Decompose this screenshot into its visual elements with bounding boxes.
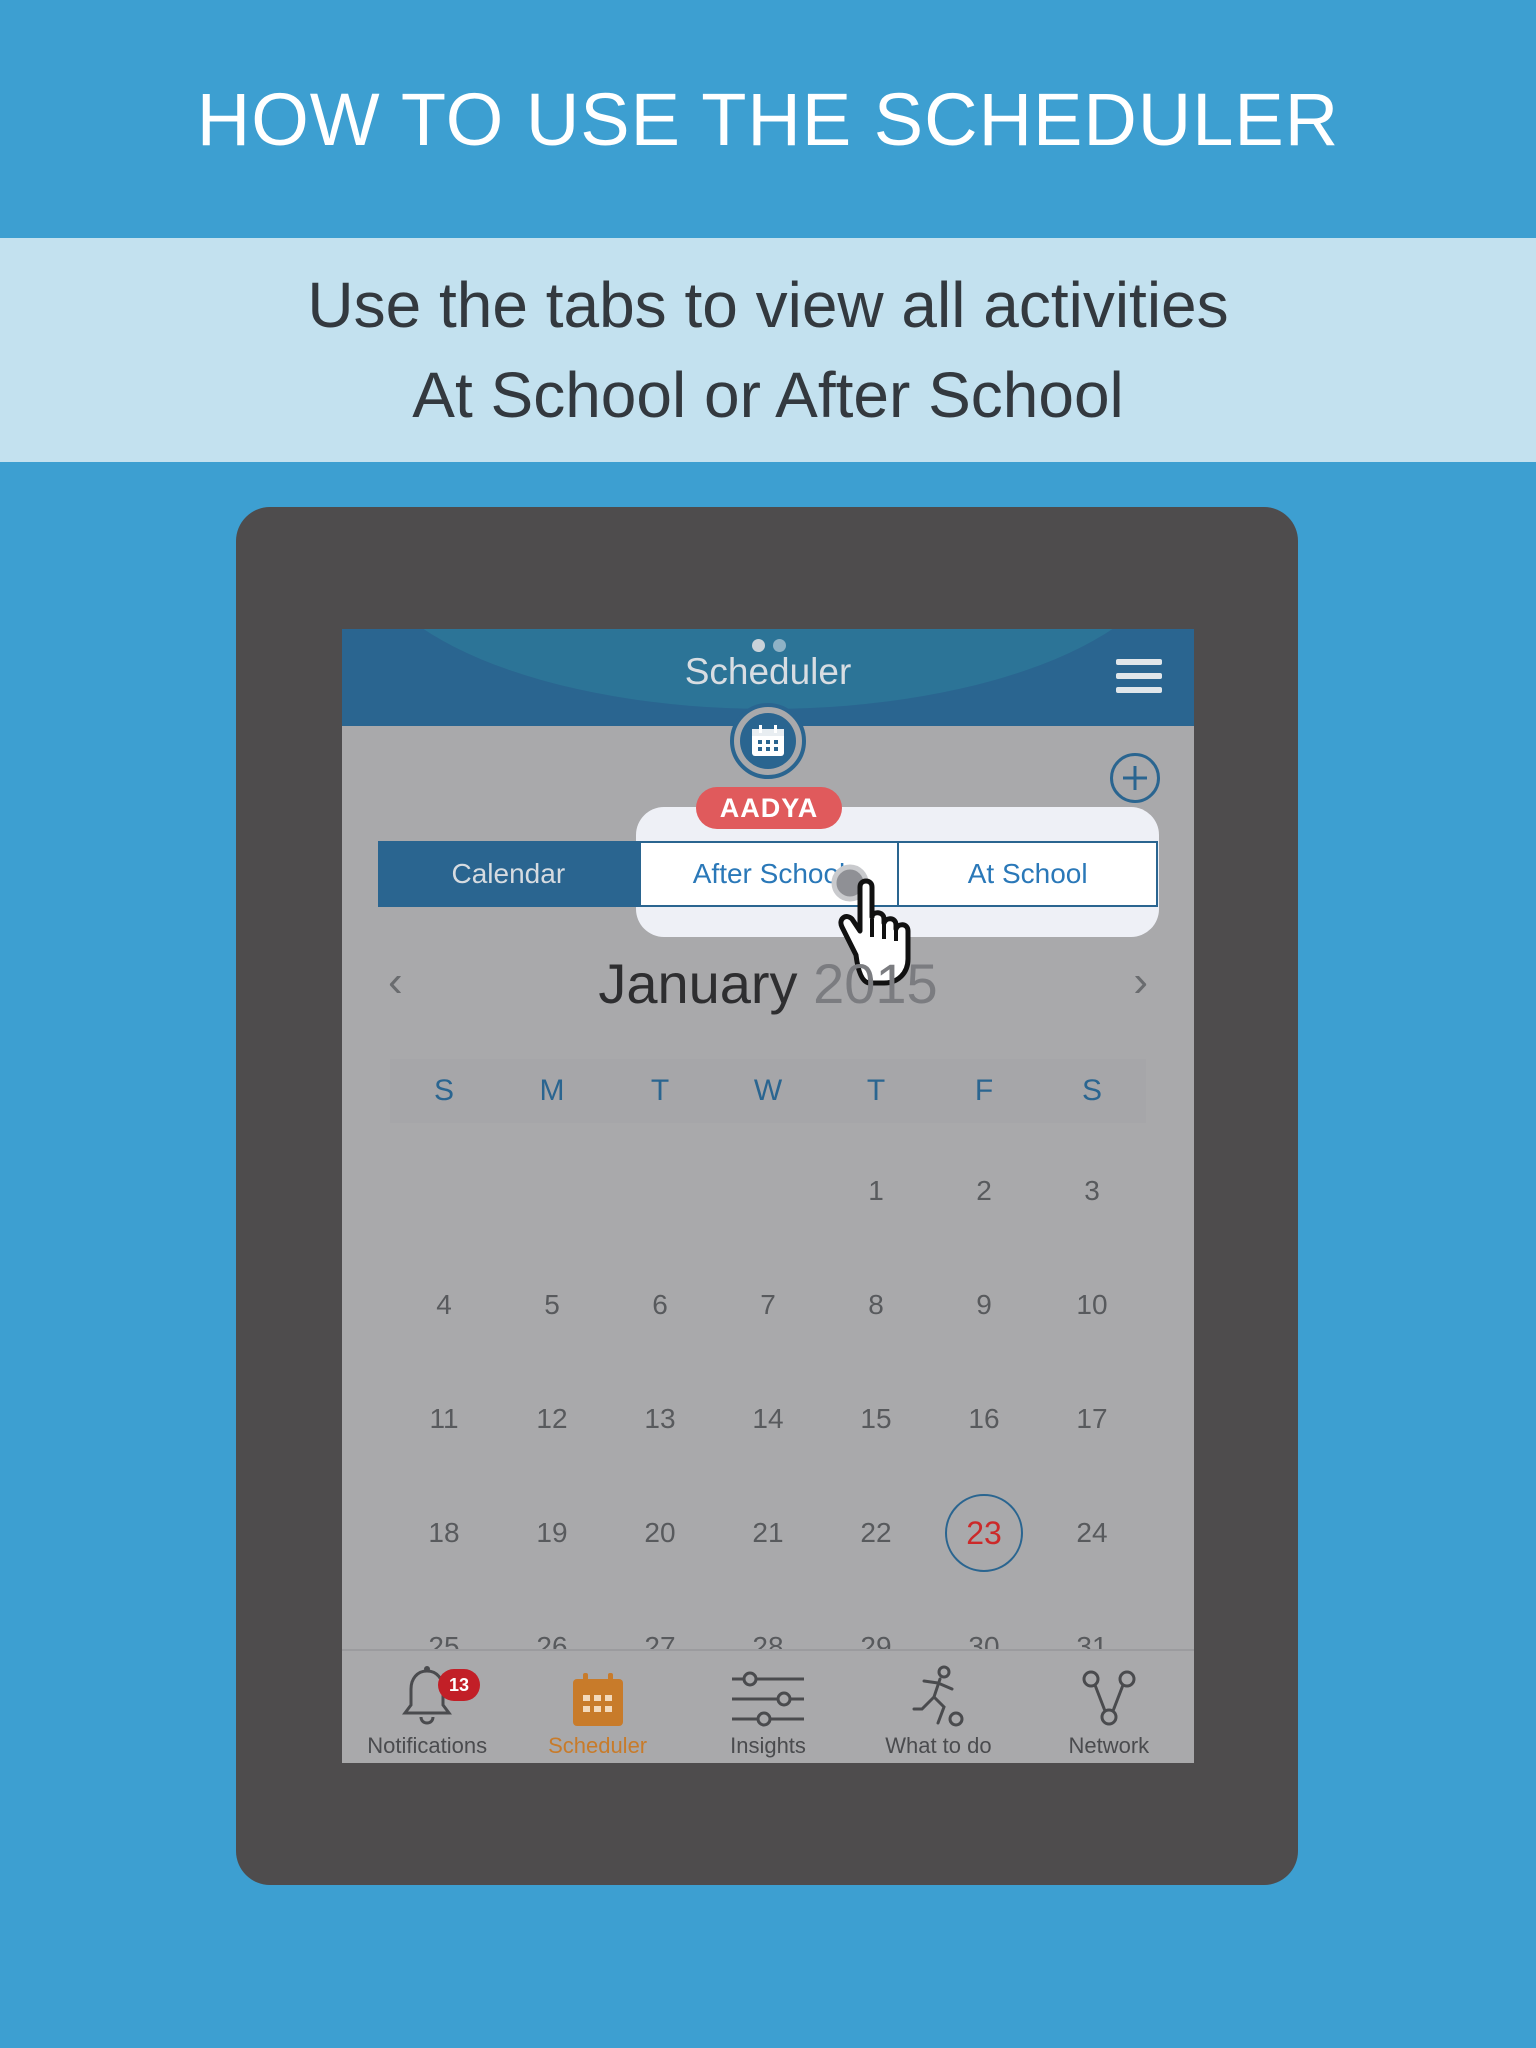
app-screen: Scheduler AADYA Calendar After School At… — [342, 629, 1194, 1763]
calendar-day[interactable]: 4 — [390, 1248, 498, 1362]
calendar-day[interactable]: 3 — [1038, 1134, 1146, 1248]
calendar-day[interactable]: 6 — [606, 1248, 714, 1362]
nav-insights[interactable]: Insights — [683, 1651, 853, 1763]
sliders-icon — [732, 1671, 805, 1727]
weekday-label: S — [1081, 1074, 1102, 1107]
weekday-label: F — [974, 1074, 994, 1107]
nav-label: Insights — [730, 1733, 806, 1758]
hamburger-menu-icon[interactable] — [1116, 659, 1162, 693]
calendar-day[interactable]: 21 — [714, 1476, 822, 1590]
calendar-day[interactable]: 8 — [822, 1248, 930, 1362]
calendar-day[interactable]: 2 — [930, 1134, 1038, 1248]
weekday-header: S M T W T F S — [390, 1059, 1146, 1123]
calendar-day[interactable]: 12 — [498, 1362, 606, 1476]
calendar-day[interactable]: 11 — [390, 1362, 498, 1476]
app-title: Scheduler — [684, 651, 852, 692]
scheduler-badge — [730, 703, 806, 779]
instruction-line-2: At School or After School — [412, 359, 1124, 431]
calendar-day-empty — [498, 1134, 606, 1248]
calendar-day[interactable]: 20 — [606, 1476, 714, 1590]
year: 2015 — [813, 952, 938, 1015]
headline: HOW TO USE THE SCHEDULER — [196, 77, 1340, 161]
calendar-day[interactable]: 22 — [822, 1476, 930, 1590]
tab-at-school[interactable]: At School — [898, 841, 1159, 907]
view-tabs: Calendar After School At School — [378, 841, 1159, 907]
day-number: 23 — [945, 1494, 1023, 1572]
weekday-label: M — [539, 1074, 565, 1107]
weekday-label: W — [753, 1074, 783, 1107]
soccer-player-icon — [912, 1665, 964, 1727]
next-month-button[interactable]: › — [1133, 957, 1148, 1007]
instruction-banner: Use the tabs to view all activities At S… — [0, 238, 1536, 462]
calendar-day[interactable]: 7 — [714, 1248, 822, 1362]
calendar-day[interactable]: 16 — [930, 1362, 1038, 1476]
weekday-label: T — [650, 1074, 670, 1107]
month-navigation: ‹ January 2015 › — [342, 947, 1194, 1027]
notification-count-badge: 13 — [438, 1669, 480, 1701]
month-name: January — [598, 952, 798, 1015]
instruction-line-1: Use the tabs to view all activities — [307, 269, 1229, 341]
nav-what-to-do[interactable]: What to do — [853, 1651, 1023, 1763]
nav-scheduler[interactable]: Scheduler — [512, 1651, 682, 1763]
calendar-day-empty — [714, 1134, 822, 1248]
weekday-label: S — [433, 1074, 454, 1107]
calendar-day[interactable]: 24 — [1038, 1476, 1146, 1590]
calendar-grid: 1 2 3 4 5 6 7 8 9 10 11 12 13 14 15 16 17 18 19 20 21 22 23 24 2… — [390, 1134, 1146, 1704]
child-name-tag[interactable]: AADYA — [696, 787, 842, 829]
calendar-day-empty — [390, 1134, 498, 1248]
tablet-frame: Scheduler AADYA Calendar After School At… — [236, 507, 1298, 1885]
nav-network[interactable]: Network — [1024, 1651, 1194, 1763]
calendar-day[interactable]: 18 — [390, 1476, 498, 1590]
calendar-day[interactable]: 10 — [1038, 1248, 1146, 1362]
calendar-day[interactable]: 9 — [930, 1248, 1038, 1362]
weekday-label: T — [866, 1074, 886, 1107]
calendar-day[interactable]: 19 — [498, 1476, 606, 1590]
nav-label: Notifications — [367, 1733, 488, 1758]
calendar-icon — [572, 1673, 623, 1726]
nav-label: What to do — [885, 1733, 992, 1758]
nav-label: Network — [1068, 1733, 1150, 1758]
calendar-day[interactable]: 5 — [498, 1248, 606, 1362]
calendar-day-today[interactable]: 23 — [930, 1476, 1038, 1590]
tab-calendar[interactable]: Calendar — [378, 841, 639, 907]
calendar-day[interactable]: 13 — [606, 1362, 714, 1476]
nav-label: Scheduler — [548, 1733, 648, 1758]
nav-notifications[interactable]: 13 Notifications — [342, 1651, 512, 1763]
calendar-icon — [752, 725, 784, 756]
calendar-day[interactable]: 17 — [1038, 1362, 1146, 1476]
plus-icon — [1123, 766, 1147, 790]
month-label: January 2015 — [342, 951, 1194, 1016]
bottom-navigation: 13 Notifications Scheduler Insights What… — [342, 1649, 1194, 1763]
calendar-day[interactable]: 1 — [822, 1134, 930, 1248]
network-icon — [1082, 1670, 1136, 1726]
calendar-day-empty — [606, 1134, 714, 1248]
calendar-day[interactable]: 14 — [714, 1362, 822, 1476]
add-button[interactable] — [1110, 753, 1160, 803]
calendar-day[interactable]: 15 — [822, 1362, 930, 1476]
